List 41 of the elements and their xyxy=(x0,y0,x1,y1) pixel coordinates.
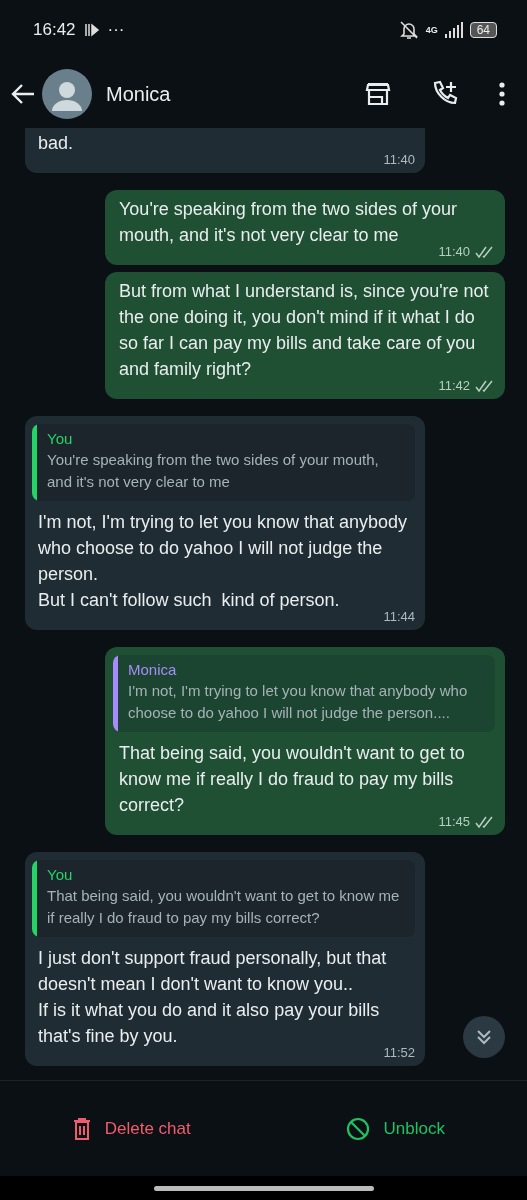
trash-icon xyxy=(72,1117,91,1140)
unblock-button[interactable]: Unblock xyxy=(339,1110,451,1147)
store-icon[interactable] xyxy=(365,82,391,106)
menu-icon[interactable] xyxy=(499,82,505,106)
quote-text: You're speaking from the two sides of your mouth, and it's not very clear to me xyxy=(47,450,380,492)
scroll-down-button[interactable] xyxy=(463,1016,505,1058)
message-time: 11:40 xyxy=(383,152,415,167)
message-text: That being said, you wouldn't want to get to know me if really I do fraud to pay my bills correct? xyxy=(119,742,466,817)
quote-text: I'm not, I'm trying to let you know that anybody who choose to do yahoo I will not judge the person.... xyxy=(128,681,469,723)
block-icon xyxy=(345,1116,370,1141)
contact-name[interactable]: Monica xyxy=(106,82,171,106)
message-text: But from what I understand is, since you're not the one doing it, you don't mind if it what I do so far I can pay my bills and take care of you and family right? xyxy=(119,280,490,381)
quote-author: You xyxy=(47,430,74,447)
message-time: 11:44 xyxy=(383,609,415,624)
quoted-message[interactable]: You That being said, you wouldn't want to get to know me if really I do fraud to pay my bills correct? xyxy=(32,860,415,937)
double-check-icon xyxy=(475,815,495,828)
quoted-message[interactable]: Monica I'm not, I'm trying to let you know that anybody who choose to do yahoo I will not judge the person.... xyxy=(113,655,495,732)
avatar[interactable] xyxy=(42,69,92,119)
network-type: 4G xyxy=(425,25,438,35)
message-time: 11:40 xyxy=(438,244,470,259)
double-chevron-down-icon xyxy=(475,1028,493,1046)
message-time: 11:45 xyxy=(438,814,470,829)
signal-icon xyxy=(443,22,464,38)
double-check-icon xyxy=(475,379,495,392)
message-text: I'm not, I'm trying to let you know that anybody who choose to do yahoo I will not judge the person. But I can't follow such kind of person. xyxy=(38,511,409,612)
message-text: bad. xyxy=(38,132,75,155)
quote-author: Monica xyxy=(128,661,178,678)
message-time: 11:52 xyxy=(383,1045,415,1060)
quoted-message[interactable]: You You're speaking from the two sides of your mouth, and it's not very clear to me xyxy=(32,424,415,501)
message-text: I just don't support fraud personally, but that doesn't mean I don't want to know you.. If is it what you do and it also pay your bills that's fine by you. xyxy=(38,947,388,1048)
battery-level: 64 xyxy=(469,22,497,38)
message-text: You're speaking from the two sides of your mouth, and it's not very clear to me xyxy=(119,198,458,247)
back-icon[interactable] xyxy=(10,83,36,105)
mute-icon xyxy=(397,20,420,40)
delete-button[interactable]: Delete chat xyxy=(66,1111,197,1146)
double-check-icon xyxy=(475,245,495,258)
more-notifications: ··· xyxy=(107,20,125,40)
quote-text: That being said, you wouldn't want to get to know me if really I do fraud to pay my bills correct? xyxy=(47,886,401,928)
message-time: 11:42 xyxy=(438,378,470,393)
quote-author: You xyxy=(47,866,74,883)
clock-time: 16:42 xyxy=(33,20,76,40)
